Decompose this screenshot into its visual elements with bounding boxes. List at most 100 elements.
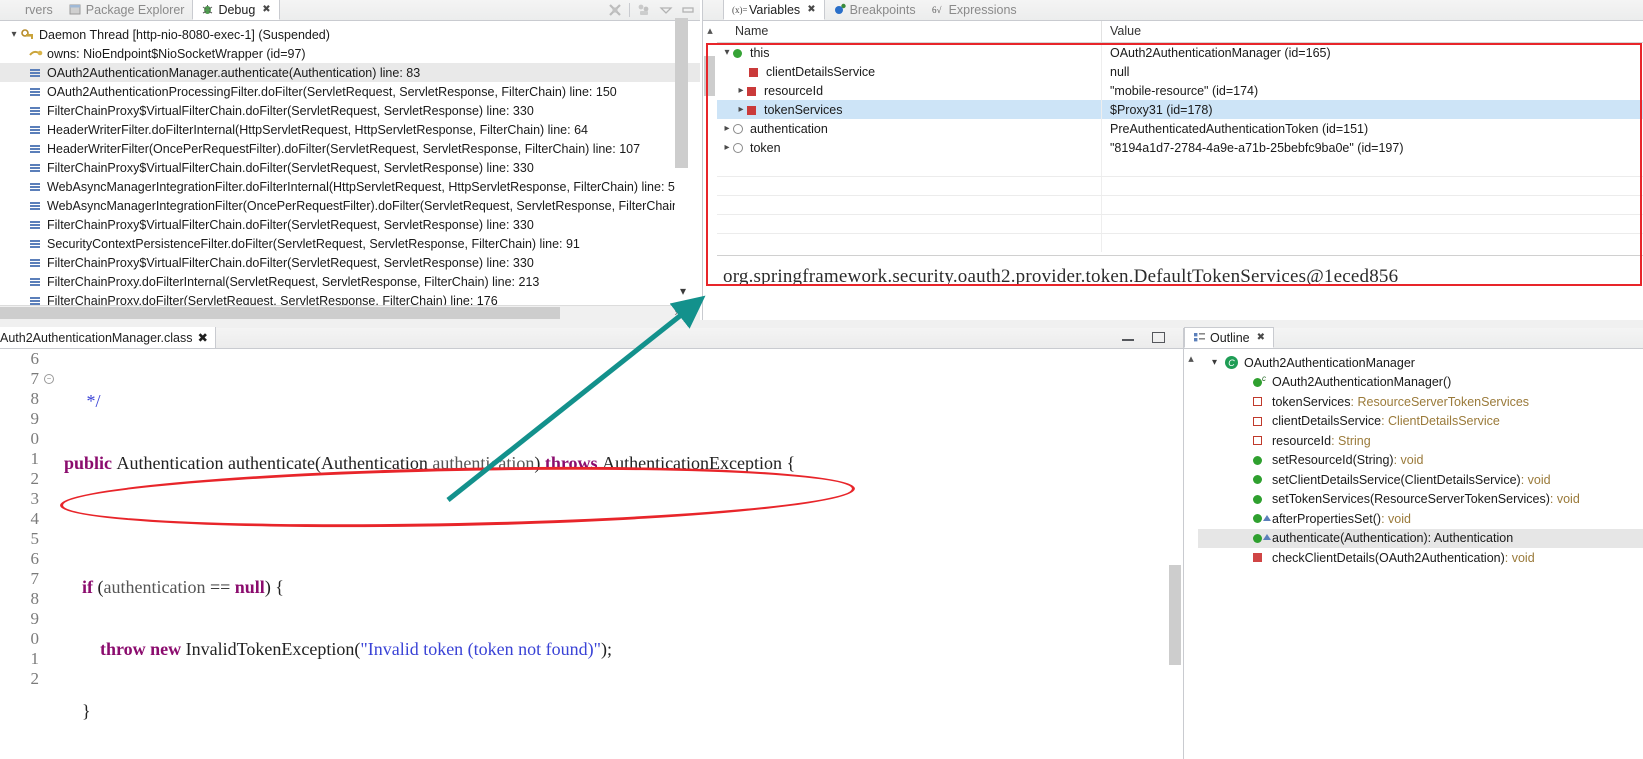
variable-row[interactable]: ▸ tokenServices $Proxy31 (id=178) xyxy=(717,100,1643,119)
debug-vertical-scrollbar[interactable] xyxy=(675,18,688,304)
tab-outline[interactable]: Outline ✖ xyxy=(1184,327,1274,348)
chevron-right-icon[interactable]: ▸ xyxy=(721,142,733,153)
panel-divider[interactable] xyxy=(0,320,1643,328)
view-menu-icon[interactable] xyxy=(658,2,674,18)
variable-value: $Proxy31 (id=178) xyxy=(1110,102,1213,117)
debug-thread-label: Daemon Thread [http-nio-8080-exec-1] (Su… xyxy=(39,27,330,42)
tab-servers[interactable]: rvers xyxy=(0,0,61,20)
stack-frame-row[interactable]: SecurityContextPersistenceFilter.doFilte… xyxy=(0,234,700,253)
outline-item-method[interactable]: setResourceId(String) : void xyxy=(1198,451,1643,471)
outline-item-constructor[interactable]: c OAuth2AuthenticationManager() xyxy=(1198,373,1643,393)
maximize-icon[interactable] xyxy=(1152,332,1165,343)
stack-frame-row[interactable]: FilterChainProxy$VirtualFilterChain.doFi… xyxy=(0,215,700,234)
variable-row[interactable]: ▸ authentication PreAuthenticatedAuthent… xyxy=(717,119,1643,138)
variable-row[interactable]: ▾ this OAuth2AuthenticationManager (id=1… xyxy=(717,43,1643,62)
stack-frame-row[interactable]: HeaderWriterFilter.doFilterInternal(Http… xyxy=(0,120,700,139)
scrollbar-thumb[interactable] xyxy=(0,307,560,319)
variables-empty-row xyxy=(717,195,1643,214)
scroll-up-icon[interactable]: ▴ xyxy=(703,24,717,37)
column-header-name[interactable]: Name xyxy=(717,21,1102,42)
scroll-right-icon[interactable]: › xyxy=(674,307,678,319)
tab-variables[interactable]: (x)= Variables ✖ xyxy=(723,0,825,20)
outline-item-field[interactable]: tokenServices : ResourceServerTokenServi… xyxy=(1198,392,1643,412)
tab-debug[interactable]: Debug ✖ xyxy=(192,0,280,20)
code-area[interactable]: 6 7− 8 9 0 1 2 3 4 5 6 7 8 9 0 1 2 */ pu… xyxy=(0,349,1183,759)
debug-owns-node[interactable]: owns: NioEndpoint$NioSocketWrapper (id=9… xyxy=(0,44,700,63)
public-override-method-icon xyxy=(1253,512,1271,526)
chevron-right-icon[interactable]: ▸ xyxy=(735,104,747,115)
debug-horizontal-scrollbar[interactable]: › xyxy=(0,305,700,320)
disconnect-icon[interactable] xyxy=(607,2,623,18)
close-icon[interactable]: ✖ xyxy=(198,330,208,345)
stack-frame-row[interactable]: WebAsyncManagerIntegrationFilter.doFilte… xyxy=(0,177,700,196)
outline-item-field[interactable]: resourceId : String xyxy=(1198,431,1643,451)
tab-editor-file[interactable]: Auth2AuthenticationManager.class ✖ xyxy=(0,327,216,348)
stack-frame-row[interactable]: FilterChainProxy$VirtualFilterChain.doFi… xyxy=(0,101,700,120)
variable-value: OAuth2AuthenticationManager (id=165) xyxy=(1110,45,1331,60)
editor-vertical-scrollbar[interactable] xyxy=(1168,370,1183,759)
minimize-icon[interactable] xyxy=(680,2,696,18)
close-icon[interactable]: ✖ xyxy=(1257,332,1265,343)
code-editor-panel: Auth2AuthenticationManager.class ✖ 6 7− … xyxy=(0,327,1183,759)
outline-item-type: : void xyxy=(1381,511,1411,526)
variable-detail-pane[interactable]: org.springframework.security.oauth2.prov… xyxy=(717,255,1643,307)
stack-frame-row[interactable]: OAuth2AuthenticationProcessingFilter.doF… xyxy=(0,82,700,101)
thread-group-icon[interactable] xyxy=(636,2,652,18)
variable-row[interactable]: ▸ token "8194a1d7-2784-4a9e-a71b-25bebfc… xyxy=(717,138,1643,157)
stack-frame-label: FilterChainProxy$VirtualFilterChain.doFi… xyxy=(47,217,534,232)
chevron-right-icon[interactable]: ▸ xyxy=(721,123,733,134)
close-icon[interactable]: ✖ xyxy=(262,4,270,15)
chevron-down-icon[interactable]: ▾ xyxy=(680,284,686,298)
variables-vertical-scrollbar[interactable]: ▴ xyxy=(703,22,717,320)
scrollbar-thumb[interactable] xyxy=(675,18,688,168)
variables-table: Name Value ▾ this OAuth2AuthenticationMa… xyxy=(717,21,1643,320)
tab-breakpoints[interactable]: Breakpoints xyxy=(825,0,924,20)
stack-frame-row[interactable]: FilterChainProxy.doFilterInternal(Servle… xyxy=(0,272,700,291)
debug-view-tabbar: rvers Package Explorer Debug ✖ xyxy=(0,0,700,21)
line-number: 7 xyxy=(30,569,40,588)
scrollbar-thumb[interactable] xyxy=(704,56,715,96)
outline-item-method[interactable]: setTokenServices(ResourceServerTokenServ… xyxy=(1198,490,1643,510)
tab-package-explorer[interactable]: Package Explorer xyxy=(61,0,193,20)
chevron-down-icon[interactable]: ▾ xyxy=(8,29,20,40)
line-number: 8 xyxy=(30,389,40,408)
variable-name: resourceId xyxy=(764,83,824,98)
minimize-icon[interactable] xyxy=(1122,332,1134,343)
chevron-down-icon[interactable]: ▾ xyxy=(721,47,733,58)
outline-item-method[interactable]: checkClientDetails(OAuth2Authentication)… xyxy=(1198,548,1643,568)
stack-frame-row[interactable]: WebAsyncManagerIntegrationFilter(OncePer… xyxy=(0,196,700,215)
outline-item-class[interactable]: ▾ C OAuth2AuthenticationManager xyxy=(1198,353,1643,373)
outline-item-method[interactable]: afterPropertiesSet() : void xyxy=(1198,509,1643,529)
outline-item-field[interactable]: clientDetailsService : ClientDetailsServ… xyxy=(1198,412,1643,432)
stack-frame-row[interactable]: OAuth2AuthenticationManager.authenticate… xyxy=(0,63,700,82)
stack-frame-row[interactable]: FilterChainProxy$VirtualFilterChain.doFi… xyxy=(0,253,700,272)
scroll-up-icon[interactable]: ▴ xyxy=(1184,352,1198,365)
stack-frame-row[interactable]: FilterChainProxy$VirtualFilterChain.doFi… xyxy=(0,158,700,177)
line-number: 7− xyxy=(0,369,54,389)
variables-table-header: Name Value xyxy=(717,21,1643,43)
line-number: 3 xyxy=(30,489,40,508)
chevron-down-icon[interactable]: ▾ xyxy=(1212,357,1225,368)
outline-item-label: OAuth2AuthenticationManager xyxy=(1244,355,1415,370)
stack-frame-icon xyxy=(28,142,42,156)
outline-item-method[interactable]: setClientDetailsService(ClientDetailsSer… xyxy=(1198,470,1643,490)
variable-row[interactable]: clientDetailsService null xyxy=(717,62,1643,81)
tab-expressions[interactable]: 6√ Expressions xyxy=(924,0,1025,20)
outline-item-type: : void xyxy=(1393,453,1424,468)
stack-frame-row[interactable]: HeaderWriterFilter(OncePerRequestFilter)… xyxy=(0,139,700,158)
scrollbar-thumb[interactable] xyxy=(1169,565,1181,665)
outline-item-type: : void xyxy=(1520,472,1551,487)
column-header-value[interactable]: Value xyxy=(1102,21,1643,42)
variable-row[interactable]: ▸ resourceId "mobile-resource" (id=174) xyxy=(717,81,1643,100)
code-text[interactable]: */ public Authentication authenticate(Au… xyxy=(46,349,1183,759)
variable-name: tokenServices xyxy=(764,102,843,117)
outline-vertical-scrollbar[interactable]: ▴ xyxy=(1184,350,1198,759)
debug-owns-label: owns: NioEndpoint$NioSocketWrapper (id=9… xyxy=(47,46,306,61)
variables-empty-row xyxy=(717,157,1643,176)
debug-thread-node[interactable]: ▾ Daemon Thread [http-nio-8080-exec-1] (… xyxy=(0,25,700,44)
chevron-right-icon[interactable]: ▸ xyxy=(735,85,747,96)
close-icon[interactable]: ✖ xyxy=(807,4,815,15)
outline-item-method-selected[interactable]: authenticate(Authentication) : Authentic… xyxy=(1198,528,1643,548)
outline-item-type: : ClientDetailsService xyxy=(1381,414,1500,429)
editor-tabbar: Auth2AuthenticationManager.class ✖ xyxy=(0,327,1183,349)
